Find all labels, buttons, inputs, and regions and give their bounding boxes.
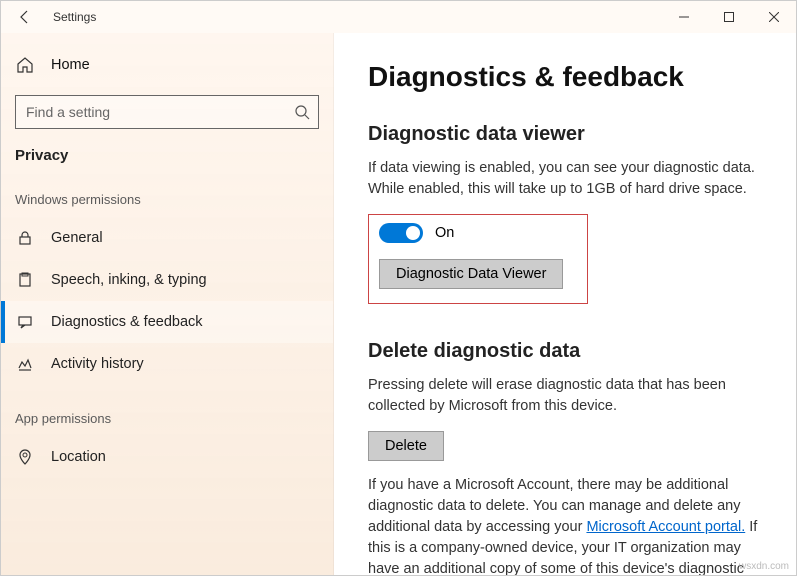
sidebar-item-diagnostics[interactable]: Diagnostics & feedback: [1, 301, 333, 343]
minimize-icon: [679, 12, 689, 22]
viewer-toggle[interactable]: [379, 223, 423, 243]
sidebar-item-label: Location: [51, 449, 106, 465]
delete-button[interactable]: Delete: [368, 431, 444, 461]
back-button[interactable]: [9, 1, 41, 33]
maximize-button[interactable]: [706, 1, 751, 33]
sidebar-item-location[interactable]: Location: [1, 436, 333, 478]
lock-icon: [15, 230, 35, 246]
location-icon: [15, 449, 35, 465]
group-label-app-permissions: App permissions: [1, 411, 333, 426]
minimize-button[interactable]: [661, 1, 706, 33]
home-icon: [15, 56, 35, 74]
sidebar-item-label: Diagnostics & feedback: [51, 314, 203, 330]
clipboard-icon: [15, 272, 35, 288]
search-input[interactable]: [26, 104, 294, 120]
search-box[interactable]: [15, 95, 319, 129]
close-icon: [769, 12, 779, 22]
delete-heading: Delete diagnostic data: [368, 340, 770, 363]
arrow-left-icon: [17, 9, 33, 25]
feedback-icon: [15, 314, 35, 330]
content-area: Diagnostics & feedback Diagnostic data v…: [334, 33, 796, 575]
toggle-knob: [406, 226, 420, 240]
sidebar-item-label: General: [51, 230, 103, 246]
watermark: wsxdn.com: [739, 561, 789, 572]
toggle-label: On: [435, 225, 454, 241]
sidebar-item-general[interactable]: General: [1, 217, 333, 259]
diagnostic-data-viewer-button[interactable]: Diagnostic Data Viewer: [379, 259, 563, 289]
viewer-description: If data viewing is enabled, you can see …: [368, 158, 770, 200]
maximize-icon: [724, 12, 734, 22]
sidebar: Home Privacy Windows permissions General: [1, 33, 334, 575]
group-label-windows-permissions: Windows permissions: [1, 192, 333, 207]
close-button[interactable]: [751, 1, 796, 33]
sidebar-item-speech[interactable]: Speech, inking, & typing: [1, 259, 333, 301]
home-label: Home: [51, 57, 90, 73]
home-nav[interactable]: Home: [15, 45, 319, 85]
sidebar-item-activity[interactable]: Activity history: [1, 343, 333, 385]
microsoft-account-portal-link[interactable]: Microsoft Account portal.: [586, 519, 745, 535]
activity-icon: [15, 356, 35, 372]
viewer-heading: Diagnostic data viewer: [368, 123, 770, 146]
section-label-privacy: Privacy: [15, 147, 319, 164]
delete-note: If you have a Microsoft Account, there m…: [368, 475, 770, 575]
page-title: Diagnostics & feedback: [368, 61, 770, 93]
window-title: Settings: [53, 10, 96, 24]
sidebar-item-label: Speech, inking, & typing: [51, 272, 207, 288]
sidebar-item-label: Activity history: [51, 356, 144, 372]
viewer-highlight-box: On Diagnostic Data Viewer: [368, 214, 588, 304]
search-icon: [294, 104, 310, 120]
delete-description: Pressing delete will erase diagnostic da…: [368, 375, 770, 417]
